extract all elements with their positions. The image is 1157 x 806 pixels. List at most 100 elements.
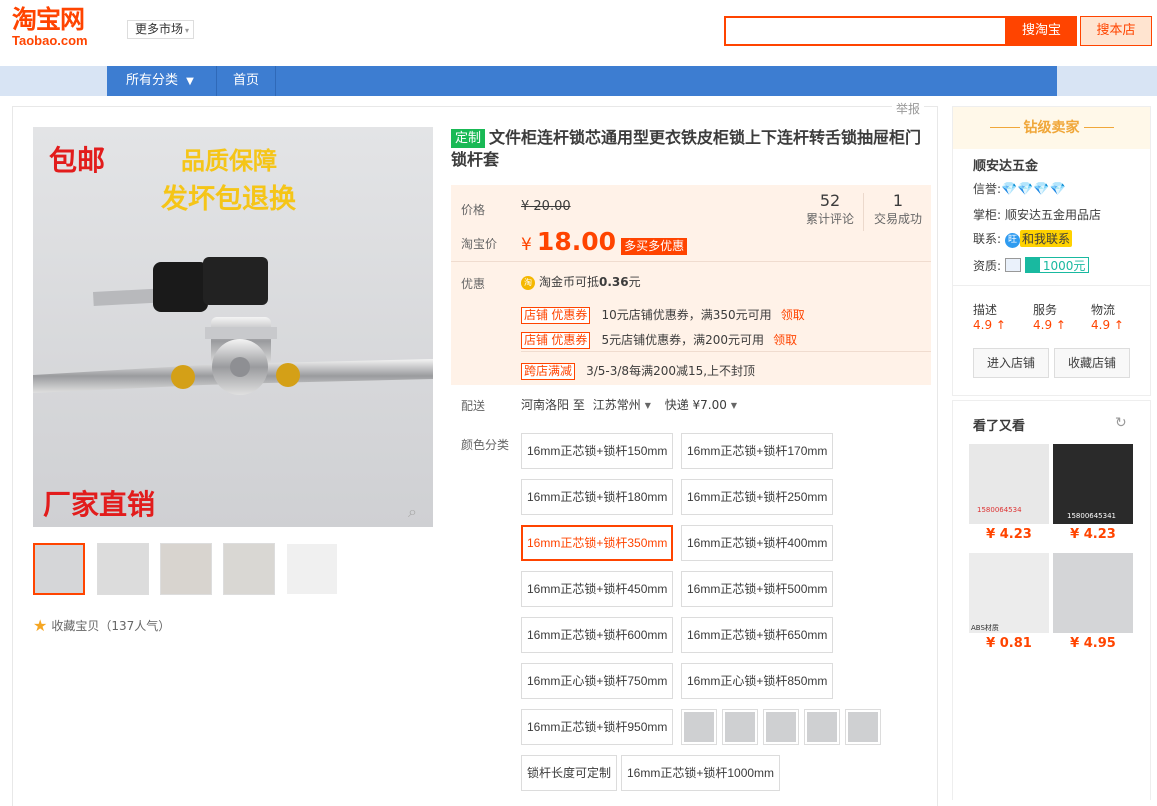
recommend-caption: 15800645341	[1067, 512, 1116, 520]
thumbnail-1[interactable]	[33, 543, 85, 595]
score-label: 物流	[1091, 303, 1116, 317]
sku-label: 颜色分类	[461, 438, 510, 452]
nav-home-link[interactable]: 首页	[217, 66, 276, 96]
recommend-caption: ABS材质	[971, 624, 999, 632]
main-product-image[interactable]: 包邮 品质保障 发坏包退换 厂家直销 ⌕	[33, 127, 433, 527]
coupon-text: 10元店铺优惠券，满350元可用	[601, 308, 772, 322]
custom-tag: 定制	[451, 129, 486, 148]
coin-promo: 淘淘金币可抵0.36元	[521, 273, 641, 290]
thumbnail-3[interactable]	[160, 543, 212, 595]
sku-option[interactable]: 16mm正芯锁+锁杆950mm	[521, 709, 674, 745]
recommend-item[interactable]: ¥ 4.95	[1053, 553, 1133, 651]
seller-name[interactable]: 顺安达五金	[973, 155, 1038, 174]
search-box	[724, 16, 1007, 46]
report-link[interactable]: 举报	[892, 100, 925, 117]
sku-image-option[interactable]	[763, 709, 799, 745]
sku-option-selected[interactable]: 16mm正芯锁+锁杆350mm	[521, 525, 674, 561]
sku-option[interactable]: 16mm正芯锁+锁杆250mm	[681, 479, 834, 515]
arrow-up-icon: ↑	[995, 318, 1006, 332]
seller-divider	[953, 285, 1150, 286]
thumbnail-4[interactable]	[223, 543, 275, 595]
chevron-down-icon: ▼	[644, 401, 651, 410]
sku-image-option[interactable]	[722, 709, 758, 745]
score-service: 服务 4.9 ↑	[1033, 301, 1066, 332]
bond-icon	[1025, 258, 1040, 272]
zoom-icon[interactable]: ⌕	[408, 502, 417, 522]
favorite-item[interactable]: ★ 收藏宝贝（137人气）	[33, 616, 170, 635]
contact-button[interactable]: 和我联系	[1020, 230, 1073, 247]
search-taobao-button[interactable]: 搜淘宝	[1006, 16, 1077, 46]
all-categories-label: 所有分类	[126, 73, 179, 88]
sku-option[interactable]: 16mm正心锁+锁杆850mm	[681, 663, 834, 699]
recommend-item[interactable]: 1580064534 ¥ 4.23	[969, 444, 1049, 542]
arrow-up-icon: ↑	[1055, 318, 1066, 332]
logo-cn: 淘宝网	[12, 5, 85, 34]
bond-badge[interactable]: 1000元	[1024, 257, 1090, 273]
stat-divider	[863, 193, 864, 231]
delivery-to-word: 至	[572, 398, 585, 412]
recommend-item[interactable]: 15800645341 ¥ 4.23	[1053, 444, 1133, 542]
promo-label: 优惠	[461, 277, 486, 291]
recommend-image: 1580064534	[969, 444, 1049, 524]
star-icon: ★	[33, 616, 48, 635]
sku-image-option[interactable]	[845, 709, 881, 745]
cross-store-text: 3/5-3/8每满200减15,上不封顶	[586, 364, 756, 378]
wangwang-icon: 旺	[1005, 233, 1021, 248]
delivery-method[interactable]: 快递 ¥7.00 ▼	[665, 398, 737, 412]
score-number: 4.9	[1033, 318, 1053, 332]
sku-image-option[interactable]	[804, 709, 840, 745]
delivery-label: 配送	[461, 399, 486, 413]
sku-option[interactable]: 16mm正芯锁+锁杆1000mm	[621, 755, 781, 791]
recommend-item[interactable]: ABS材质 ¥ 0.81	[969, 553, 1049, 651]
manager-name[interactable]: 顺安达五金用品店	[1005, 208, 1101, 222]
delivery-info: 河南洛阳 至 江苏常州 ▼ 快递 ¥7.00 ▼	[521, 396, 737, 413]
enter-store-button[interactable]: 进入店铺	[973, 348, 1049, 378]
refresh-icon[interactable]: ↻	[1115, 415, 1127, 431]
header-line	[1083, 127, 1114, 128]
license-icon[interactable]	[1005, 258, 1022, 272]
sku-option[interactable]: 锁杆长度可定制	[521, 755, 618, 791]
chevron-down-icon: ▼	[730, 401, 738, 410]
delivery-from: 河南洛阳	[521, 398, 570, 412]
seller-level: 钻级卖家	[1023, 120, 1080, 136]
sku-option[interactable]: 16mm正芯锁+锁杆170mm	[681, 433, 834, 469]
score-number: 4.9	[973, 318, 993, 332]
qual-label: 资质:	[973, 259, 1002, 273]
cross-store-promo: 跨店满减 3/5-3/8每满200减15,上不封顶	[521, 360, 755, 380]
seller-panel: 钻级卖家 顺安达五金 信誉:💎💎💎💎 掌柜: 顺安达五金用品店 联系: 旺和我联系 …	[952, 106, 1151, 396]
taobao-logo[interactable]: 淘宝网 Taobao.com	[12, 6, 107, 52]
contact-label: 联系:	[973, 232, 1002, 246]
thumbnail-2[interactable]	[97, 543, 149, 595]
reviews-count: 52	[819, 191, 841, 210]
sku-option[interactable]: 16mm正芯锁+锁杆450mm	[521, 571, 674, 607]
seller-qual-row: 资质: 1000元	[973, 257, 1090, 274]
arrow-up-icon: ↑	[1113, 318, 1124, 332]
thumbnail-5[interactable]	[286, 543, 338, 595]
reviews-stat[interactable]: 52 累计评论	[799, 191, 861, 227]
product-title-text: 文件柜连杆锁芯通用型更衣铁皮柜锁上下连杆转舌锁抽屉柜门锁杆套	[451, 128, 922, 169]
deals-stat[interactable]: 1 交易成功	[867, 191, 929, 227]
sku-option[interactable]: 16mm正芯锁+锁杆650mm	[681, 617, 834, 653]
sku-option[interactable]: 16mm正心锁+锁杆750mm	[521, 663, 674, 699]
favorite-store-button[interactable]: 收藏店铺	[1054, 348, 1130, 378]
sku-option[interactable]: 16mm正芯锁+锁杆180mm	[521, 479, 674, 515]
search-store-button[interactable]: 搜本店	[1080, 16, 1152, 46]
sku-option[interactable]: 16mm正芯锁+锁杆500mm	[681, 571, 834, 607]
delivery-destination[interactable]: 江苏常州 ▼	[593, 398, 651, 412]
sku-option[interactable]: 16mm正芯锁+锁杆150mm	[521, 433, 674, 469]
sku-option[interactable]: 16mm正芯锁+锁杆400mm	[681, 525, 834, 561]
credit-label: 信誉:	[973, 182, 1002, 196]
pdd-badge[interactable]: 多买多优惠	[621, 238, 688, 255]
price-divider	[451, 261, 931, 262]
sku-option[interactable]: 16mm正芯锁+锁杆600mm	[521, 617, 674, 653]
all-categories-menu[interactable]: 所有分类 ▼	[107, 66, 217, 96]
score-number: 4.9	[1091, 318, 1111, 332]
search-input[interactable]	[726, 18, 1005, 44]
reviews-label: 累计评论	[805, 212, 854, 226]
sku-image-option[interactable]	[681, 709, 717, 745]
claim-coupon-link[interactable]: 领取	[773, 333, 797, 347]
more-markets-dropdown[interactable]: 更多市场 ▾	[127, 20, 195, 39]
claim-coupon-link[interactable]: 领取	[781, 308, 805, 322]
delivery-to: 江苏常州	[592, 398, 641, 412]
seller-credit-row: 信誉:💎💎💎💎	[973, 180, 1066, 197]
